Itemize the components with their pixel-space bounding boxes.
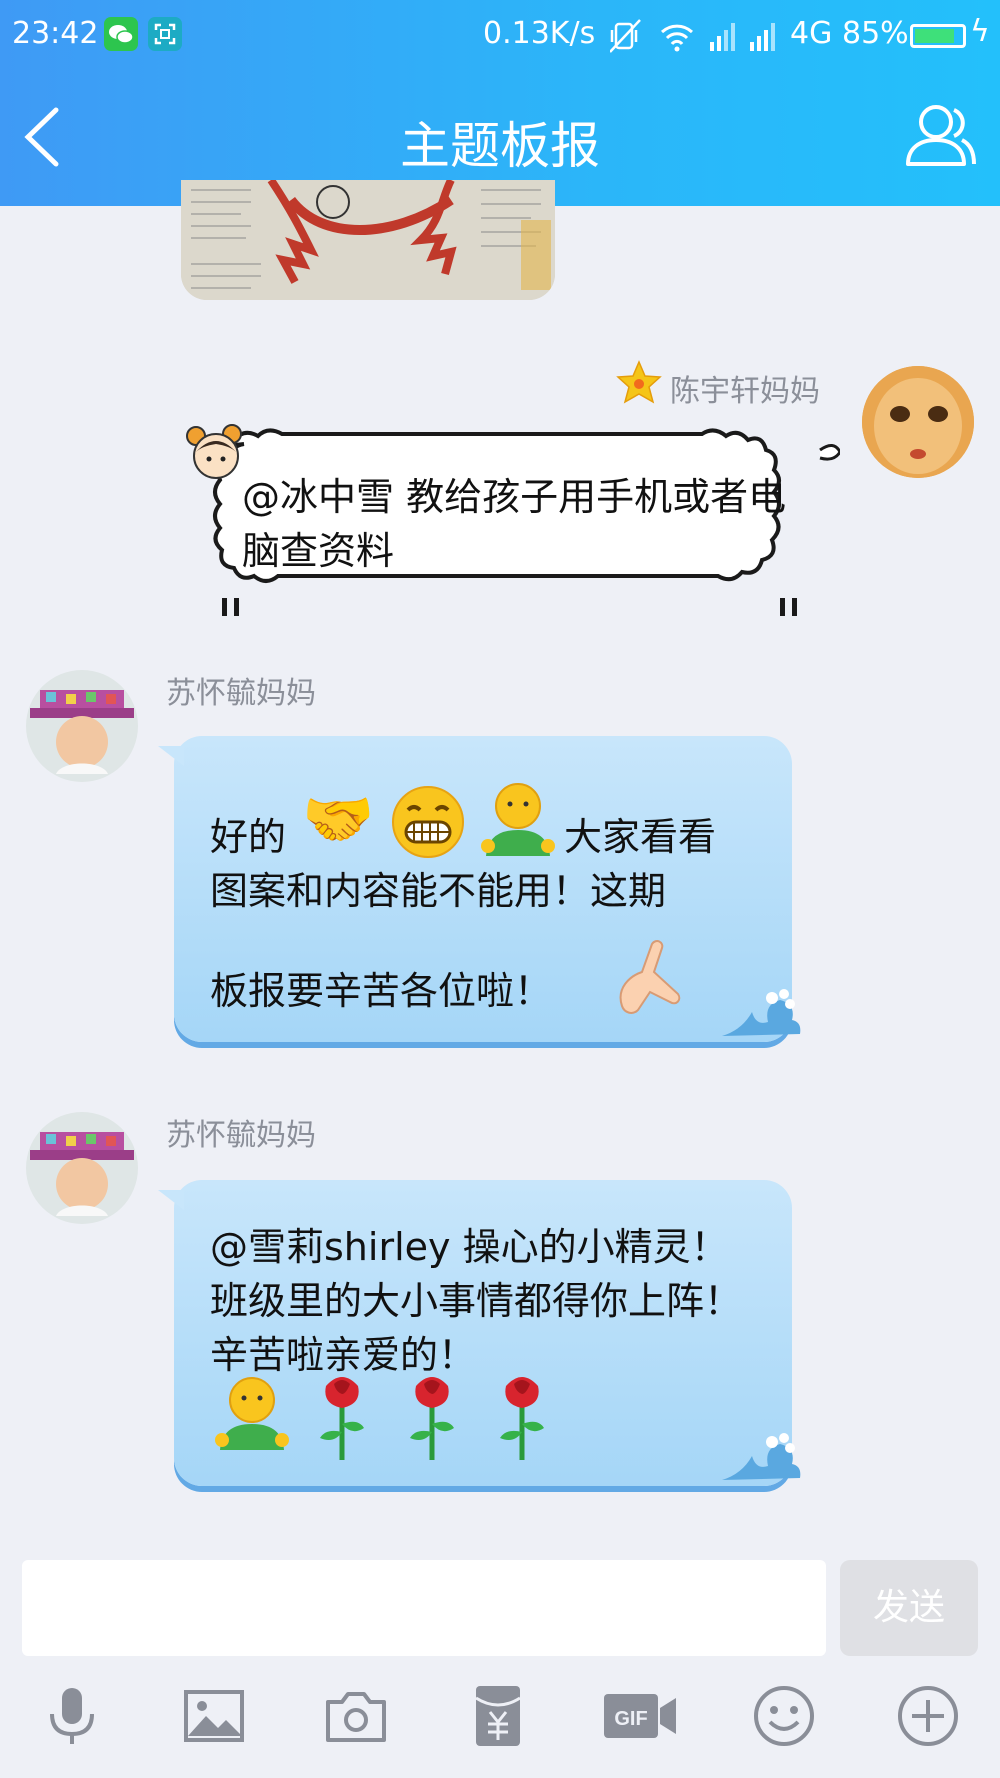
- network-type: 4G: [790, 16, 833, 51]
- battery-percent: 85%: [842, 16, 909, 51]
- bubble-tail: [158, 1190, 184, 1210]
- avatar[interactable]: [26, 1112, 138, 1224]
- bubble-decoration-icon: [186, 424, 246, 484]
- sender-name: 陈宇轩妈妈: [670, 374, 820, 409]
- message-text: 板报要辛苦各位啦！: [210, 969, 553, 1013]
- charging-icon: ϟ: [970, 14, 990, 49]
- rose-emoji-icon: [404, 1372, 460, 1471]
- battery-icon: [910, 24, 966, 48]
- message-text: 图案和内容能不能用！这期: [210, 869, 667, 913]
- message-text: 好的: [210, 815, 287, 859]
- image-icon[interactable]: [182, 1684, 246, 1748]
- handshake-emoji-icon: 🤝: [302, 785, 375, 853]
- wechat-app-icon: [104, 17, 138, 51]
- avatar[interactable]: [862, 366, 974, 478]
- vibrate-icon: [609, 19, 641, 53]
- app-header: 23:42 0.13K/s 4G 85% ϟ 主题板报: [0, 0, 1000, 206]
- message-text: 大家看看: [564, 815, 717, 859]
- page-title: 主题板报: [400, 117, 600, 175]
- status-bar: 23:42 0.13K/s 4G 85% ϟ: [0, 0, 1000, 72]
- avatar[interactable]: [26, 670, 138, 782]
- rose-emoji-icon: [494, 1372, 550, 1471]
- network-speed: 0.13K/s: [483, 16, 596, 51]
- red-packet-icon[interactable]: [466, 1684, 530, 1748]
- wave-decoration-icon: [718, 1428, 804, 1488]
- signal-icon: [710, 23, 735, 51]
- person-emoji-icon: [212, 1374, 292, 1463]
- person-emoji-icon: [478, 780, 558, 869]
- camera-icon[interactable]: [324, 1684, 388, 1748]
- plus-icon[interactable]: [896, 1684, 960, 1748]
- signal-icon: [750, 23, 775, 51]
- message-text: @雪莉shirley 操心的小精灵！班级里的大小事情都得你上阵！辛苦啦亲爱的！: [210, 1225, 743, 1377]
- grin-emoji-icon: [390, 784, 466, 869]
- group-members-button[interactable]: [900, 100, 980, 170]
- status-time: 23:42: [12, 16, 99, 51]
- message-input[interactable]: [22, 1560, 826, 1656]
- ok-hand-emoji-icon: [612, 940, 692, 1025]
- microphone-icon[interactable]: [40, 1684, 104, 1748]
- svg-text:GIF: GIF: [614, 1708, 647, 1730]
- gif-icon[interactable]: GIF: [602, 1684, 678, 1748]
- bubble-tail: [158, 746, 184, 766]
- scan-app-icon: [148, 17, 182, 51]
- status-icons: [609, 18, 780, 62]
- rose-emoji-icon: [314, 1372, 370, 1471]
- contacts-icon: [906, 105, 976, 166]
- sender-name: 苏怀毓妈妈: [166, 676, 316, 711]
- vip-star-icon: [616, 360, 662, 406]
- message-text: @冰中雪 教给孩子用手机或者电脑查资料: [242, 475, 787, 573]
- shared-image-preview[interactable]: [181, 180, 555, 300]
- wifi-icon: [660, 24, 694, 52]
- send-button[interactable]: 发送: [840, 1560, 978, 1656]
- sender-name: 苏怀毓妈妈: [166, 1118, 316, 1153]
- emoji-icon[interactable]: [752, 1684, 816, 1748]
- wave-decoration-icon: [718, 984, 804, 1044]
